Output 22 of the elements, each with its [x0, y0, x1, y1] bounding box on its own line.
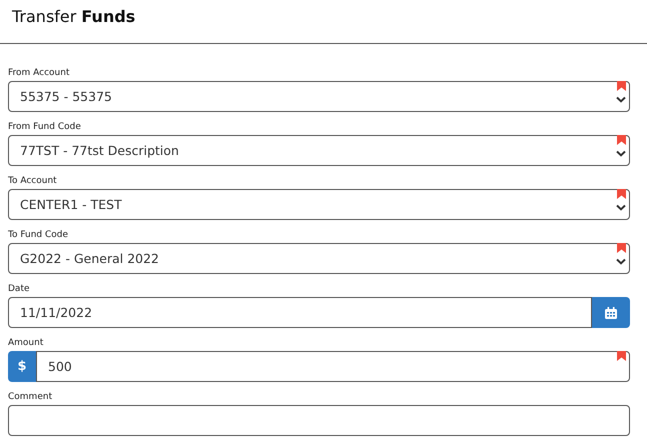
field-label: To Account: [8, 175, 58, 187]
select-field[interactable]: 55375 - 55375: [8, 81, 630, 112]
chevron-down-icon: [616, 96, 626, 103]
select-field[interactable]: G2022 - General 2022: [8, 243, 630, 274]
chevron-down-icon: [616, 150, 626, 157]
field-label: From Fund Code: [8, 121, 82, 133]
field-label: Date: [8, 283, 31, 295]
field-label: Amount: [8, 337, 44, 349]
calendar-icon: [605, 306, 617, 318]
field-label: To Fund Code: [8, 229, 70, 241]
select-field[interactable]: CENTER1 - TEST: [8, 189, 630, 220]
field-label: Comment: [8, 391, 54, 403]
chevron-down-icon: [616, 204, 626, 211]
calendar-button[interactable]: [592, 297, 630, 328]
chevron-down-icon: [616, 258, 626, 265]
date-field[interactable]: 11/11/2022: [8, 297, 592, 328]
select-field[interactable]: 77TST - 77tst Description: [8, 135, 630, 166]
amount-field[interactable]: 500: [36, 351, 630, 382]
comment-field[interactable]: [8, 405, 630, 436]
currency-addon: $: [8, 351, 36, 382]
field-label: From Account: [8, 67, 70, 79]
page-title: Transfer Funds: [11, 6, 136, 28]
